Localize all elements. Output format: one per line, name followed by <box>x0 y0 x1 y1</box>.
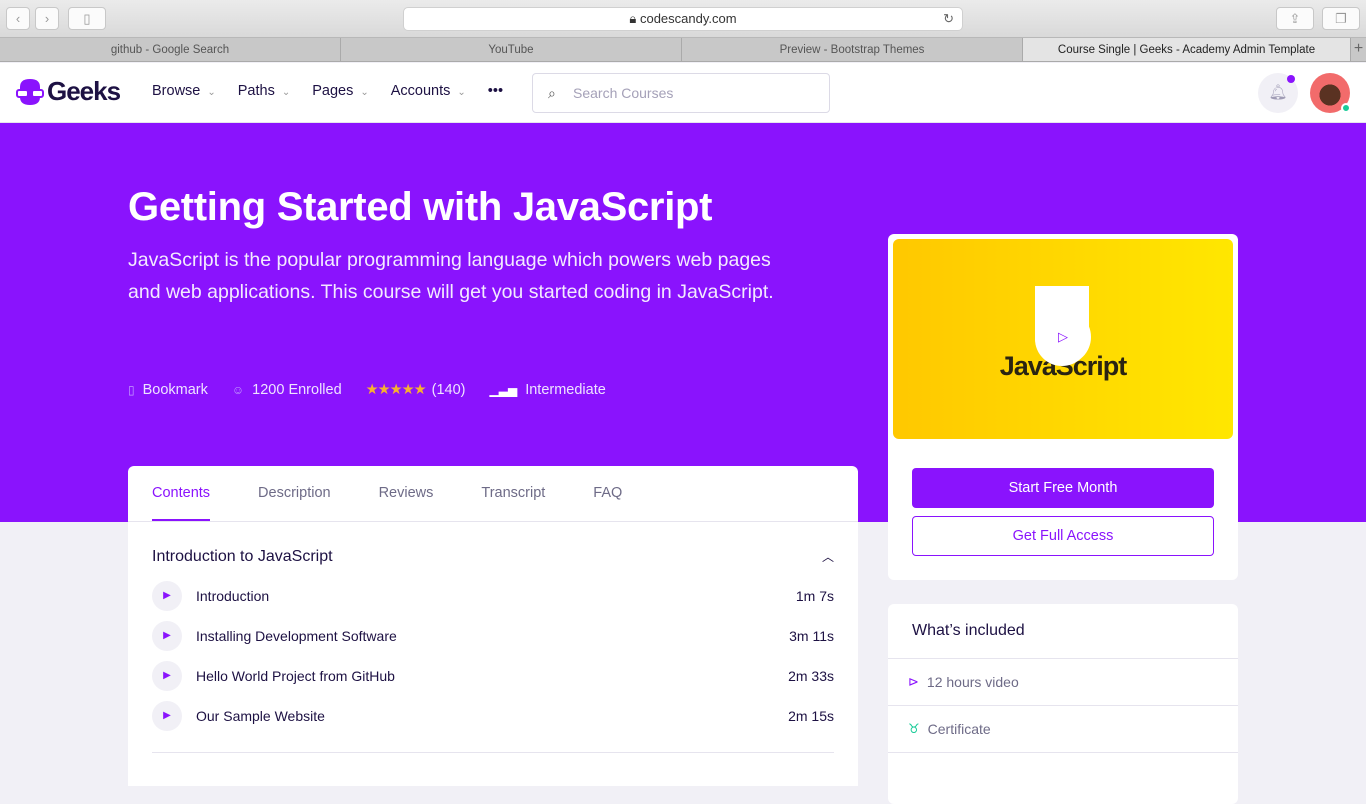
nav-accounts[interactable]: Accounts ⌄ <box>391 83 466 99</box>
lesson-item[interactable]: ▶ Installing Development Software 3m 11s <box>152 616 834 656</box>
new-tab-button[interactable]: + <box>1351 38 1366 61</box>
online-status-dot <box>1341 103 1351 113</box>
card-title: What’s included <box>888 604 1238 659</box>
tabs-overview-button[interactable]: ❐ <box>1322 7 1360 30</box>
nav-browse[interactable]: Browse ⌄ <box>152 83 216 99</box>
divider <box>152 752 834 753</box>
search-icon: ⌕ <box>548 85 556 101</box>
chevron-down-icon: ⌄ <box>457 87 466 98</box>
back-button[interactable]: ‹ <box>6 7 30 30</box>
included-item: ♉︎ Certificate <box>888 706 1238 753</box>
award-icon: ♉︎ <box>908 721 920 736</box>
bar-chart-icon: ▁▃▅ <box>489 383 518 397</box>
course-content-card: Contents Description Reviews Transcript … <box>128 466 858 786</box>
search-input[interactable]: ⌕ Search Courses <box>532 73 830 113</box>
browser-toolbar: ‹ › ▯ 🔒︎ codescandy.com ↻ ⇪ ❐ <box>0 0 1366 38</box>
more-menu-button[interactable]: ••• <box>488 83 503 99</box>
play-icon: ▶ <box>152 581 182 611</box>
tab-description[interactable]: Description <box>258 466 331 521</box>
browser-tab[interactable]: YouTube <box>341 38 682 61</box>
reload-icon[interactable]: ↻ <box>943 8 954 30</box>
chevron-down-icon: ⌄ <box>360 87 369 98</box>
bell-icon: 🔔︎ <box>1268 84 1288 101</box>
play-icon: ▶ <box>152 661 182 691</box>
nav-paths[interactable]: Paths ⌄ <box>238 83 290 99</box>
chevron-up-icon: ︿ <box>821 550 834 564</box>
notifications-button[interactable]: 🔔︎ <box>1258 73 1298 113</box>
forward-button[interactable]: › <box>35 7 59 30</box>
nav-pages[interactable]: Pages ⌄ <box>312 83 369 99</box>
browser-tab[interactable]: github - Google Search <box>0 38 341 61</box>
star-rating: ★★★★★ <box>365 382 427 398</box>
share-button[interactable]: ⇪ <box>1276 7 1314 30</box>
geek-logo-icon <box>16 78 44 105</box>
tab-contents[interactable]: Contents <box>152 466 211 521</box>
lock-icon: 🔒︎ <box>629 11 637 26</box>
section-header[interactable]: Introduction to JavaScript ︿ <box>152 548 834 566</box>
enrolled-count: ☺ 1200 Enrolled <box>231 382 342 398</box>
play-icon: ▶ <box>152 701 182 731</box>
page-title: Getting Started with JavaScript <box>128 185 713 229</box>
course-video-thumbnail[interactable]: JavaScript ▷ <box>893 239 1233 439</box>
play-icon: ▶ <box>152 621 182 651</box>
tab-transcript[interactable]: Transcript <box>481 466 545 521</box>
bookmark-button[interactable]: ▯ Bookmark <box>128 382 208 398</box>
bookmark-icon: ▯ <box>128 383 135 397</box>
browser-tab-active[interactable]: Course Single | Geeks - Academy Admin Te… <box>1023 38 1351 61</box>
address-bar[interactable]: 🔒︎ codescandy.com ↻ <box>403 7 963 31</box>
start-free-month-button[interactable]: Start Free Month <box>912 468 1214 508</box>
avatar[interactable] <box>1310 73 1351 113</box>
included-item: ⊳ 12 hours video <box>888 659 1238 706</box>
tab-faq[interactable]: FAQ <box>593 466 622 521</box>
user-icon: ☺ <box>231 383 245 397</box>
whats-included-card: What’s included ⊳ 12 hours video ♉︎ Certif… <box>888 604 1238 804</box>
get-full-access-button[interactable]: Get Full Access <box>912 516 1214 556</box>
tab-reviews[interactable]: Reviews <box>379 466 434 521</box>
course-description: JavaScript is the popular programming la… <box>128 249 774 303</box>
course-sidebar-card: JavaScript ▷ Start Free Month Get Full A… <box>888 234 1238 580</box>
logo[interactable]: Geeks <box>16 76 121 107</box>
lesson-item[interactable]: ▶ Introduction 1m 7s <box>152 576 834 616</box>
lesson-item[interactable]: ▶ Hello World Project from GitHub 2m 33s <box>152 656 834 696</box>
browser-tab[interactable]: Preview - Bootstrap Themes <box>682 38 1023 61</box>
sidebar-toggle-button[interactable]: ▯ <box>68 7 106 30</box>
top-navbar: Geeks Browse ⌄ Paths ⌄ Pages ⌄ Accounts ⌄ ••… <box>0 63 1366 123</box>
play-video-button[interactable]: ▷ <box>1035 309 1091 365</box>
chevron-down-icon: ⌄ <box>281 87 291 98</box>
rating: ★★★★★ (140) <box>365 382 466 398</box>
level: ▁▃▅ Intermediate <box>489 382 606 398</box>
notification-dot <box>1287 75 1295 83</box>
play-circle-icon: ⊳ <box>908 674 919 689</box>
chevron-down-icon: ⌄ <box>207 87 216 98</box>
lesson-item[interactable]: ▶ Our Sample Website 2m 15s <box>152 696 834 736</box>
browser-tabs: github - Google Search YouTube Preview -… <box>0 38 1366 62</box>
